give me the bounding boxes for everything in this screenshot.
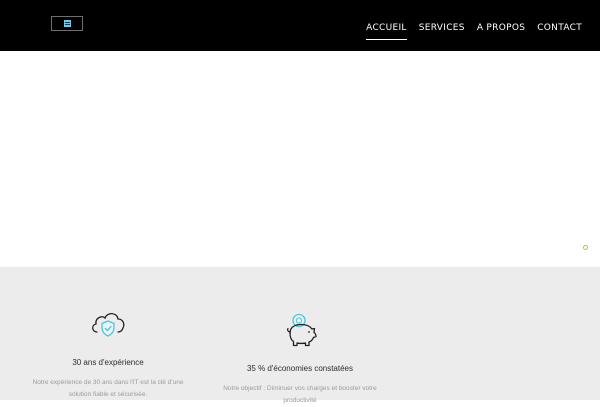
piggy-bank-icon <box>283 312 319 348</box>
slider-dot[interactable] <box>583 245 588 250</box>
main-nav: ACCUEIL SERVICES A PROPOS CONTACT <box>366 23 582 40</box>
nav-item-a-propos[interactable]: A PROPOS <box>477 23 525 34</box>
features-section: 30 ans d'expérience Notre expérience de … <box>0 267 600 404</box>
feature-text-line: productivité <box>283 397 317 404</box>
feature-experience: 30 ans d'expérience <box>28 358 188 367</box>
feature-title: 30 ans d'expérience <box>72 358 144 367</box>
cloud-shield-icon <box>89 310 127 338</box>
nav-item-services[interactable]: SERVICES <box>419 23 465 34</box>
logo-icon <box>63 20 71 27</box>
nav-item-contact[interactable]: CONTACT <box>537 23 582 34</box>
logo[interactable] <box>51 16 83 31</box>
feature-savings: 35 % d'économies constatées <box>220 364 380 373</box>
site-header: ACCUEIL SERVICES A PROPOS CONTACT <box>0 0 600 51</box>
feature-text-line: solution fiable et sécurisée. <box>68 391 148 398</box>
feature-savings-text: Notre objectif : Diminuer vos charges et… <box>206 383 394 407</box>
feature-title: 35 % d'économies constatées <box>246 364 354 373</box>
feature-text-line: Notre expérience de 30 ans dans l'IT est… <box>32 379 184 386</box>
nav-item-accueil[interactable]: ACCUEIL <box>366 23 407 40</box>
feature-text-line: Notre objectif : Diminuer vos charges et… <box>223 385 377 392</box>
hero-slider <box>0 51 600 267</box>
feature-experience-text: Notre expérience de 30 ans dans l'IT est… <box>20 377 196 401</box>
